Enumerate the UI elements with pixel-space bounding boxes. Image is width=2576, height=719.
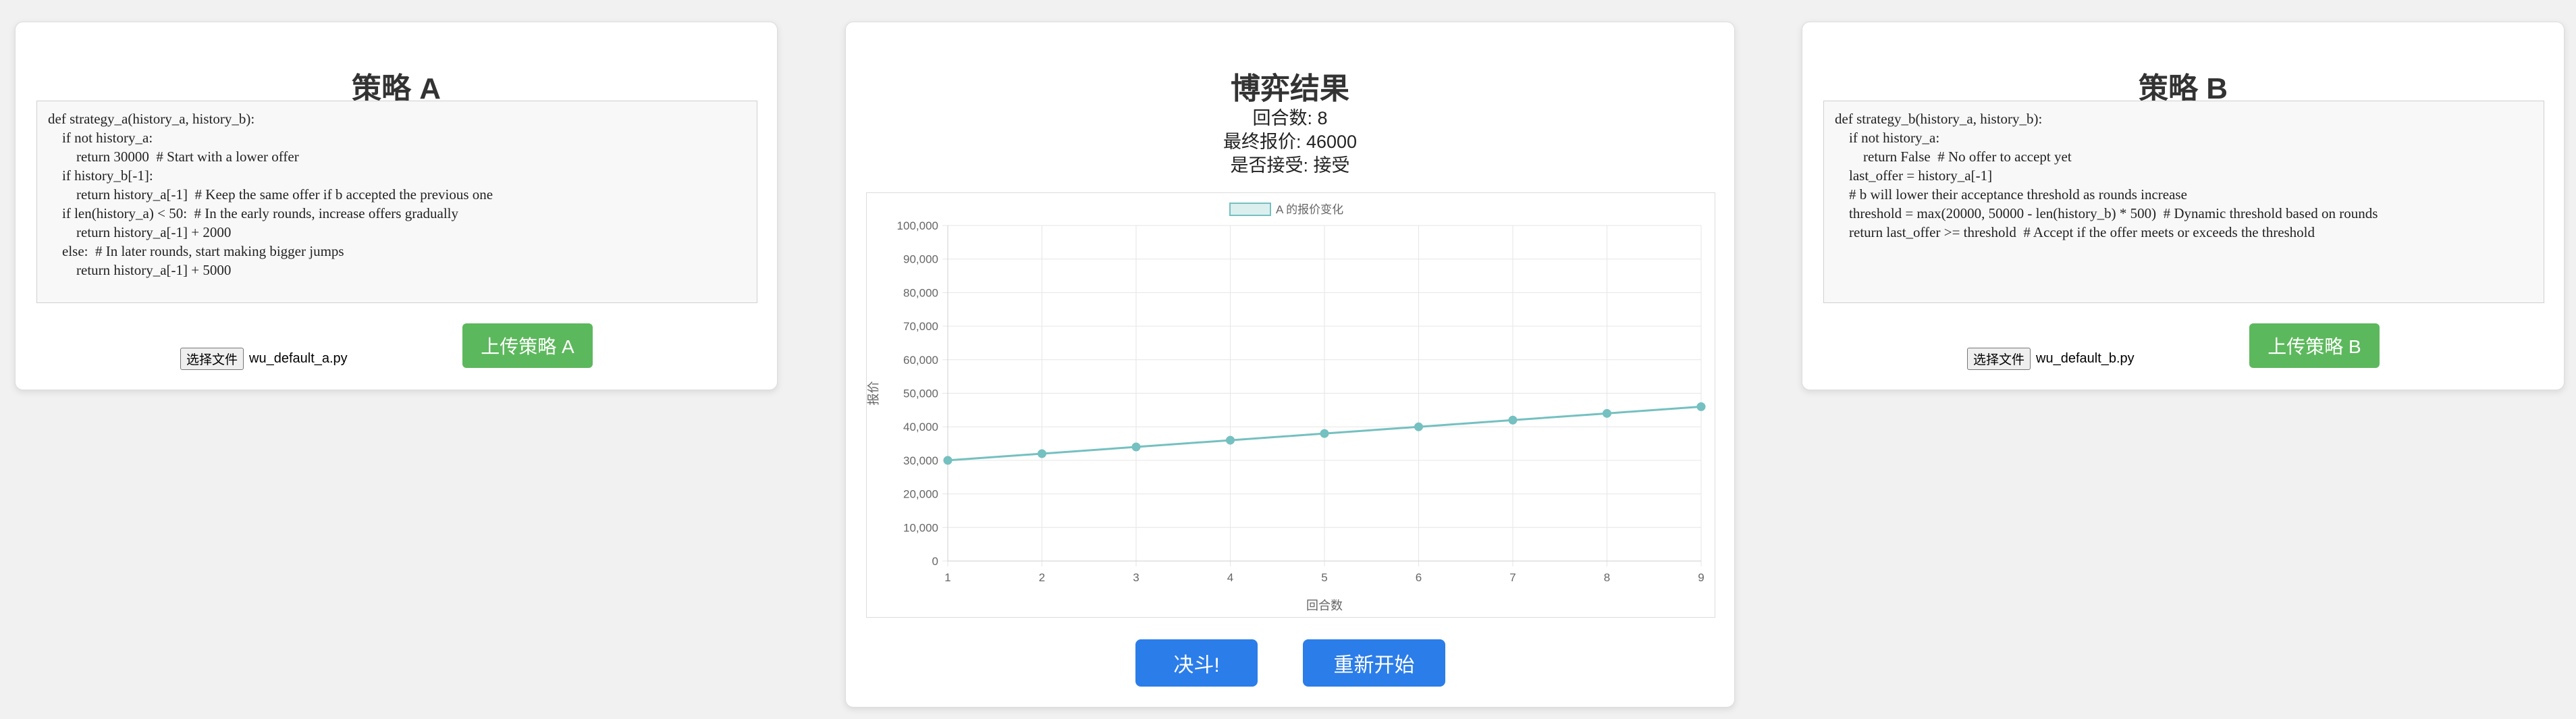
strategy-b-card: 策略 B def strategy_b(history_a, history_b… — [1802, 22, 2565, 390]
data-point[interactable] — [1414, 422, 1423, 431]
x-axis-title: 回合数 — [1306, 599, 1343, 612]
x-tick-label: 4 — [1227, 571, 1233, 584]
x-tick-label: 3 — [1133, 571, 1139, 584]
y-tick-label: 40,000 — [903, 421, 938, 433]
final-offer-text: 最终报价: 46000 — [1223, 132, 1358, 152]
x-tick-label: 6 — [1416, 571, 1422, 584]
strategy-b-code[interactable]: def strategy_b(history_a, history_b): if… — [1823, 101, 2544, 303]
offer-chart: 0 10,000 20,000 30,000 40,000 50,000 60,000 70,… — [866, 192, 1715, 618]
data-point[interactable] — [1038, 449, 1046, 458]
x-tick-label: 8 — [1604, 571, 1610, 584]
y-tick-label: 0 — [932, 555, 938, 568]
y-tick-label: 50,000 — [903, 388, 938, 400]
choose-file-a-button[interactable]: 选择文件 — [180, 348, 244, 370]
x-tick-label: 7 — [1509, 571, 1515, 584]
fight-button[interactable]: 决斗! — [1135, 639, 1258, 687]
y-tick-label: 100,000 — [897, 219, 938, 232]
x-tick-label: 5 — [1321, 571, 1327, 584]
data-point[interactable] — [1696, 402, 1706, 411]
strategy-b-file-input[interactable]: 选择文件 wu_default_b.py — [1967, 348, 2135, 370]
strategy-a-code[interactable]: def strategy_a(history_a, history_b): if… — [36, 101, 757, 303]
choose-file-b-button[interactable]: 选择文件 — [1967, 348, 2031, 370]
file-name-a: wu_default_a.py — [249, 351, 348, 366]
file-name-b: wu_default_b.py — [2036, 351, 2135, 366]
y-tick-label: 10,000 — [903, 521, 938, 534]
restart-button[interactable]: 重新开始 — [1303, 639, 1445, 687]
upload-strategy-a-button[interactable]: 上传策略 A — [462, 323, 593, 368]
upload-strategy-b-button[interactable]: 上传策略 B — [2249, 323, 2380, 368]
data-point[interactable] — [943, 456, 952, 465]
y-tick-label: 60,000 — [903, 354, 938, 367]
x-tick-label: 1 — [944, 571, 950, 584]
y-tick-label: 70,000 — [903, 320, 938, 333]
data-point[interactable] — [1603, 408, 1611, 418]
data-point[interactable] — [1131, 442, 1141, 452]
strategy-a-file-input[interactable]: 选择文件 wu_default_a.py — [180, 348, 348, 370]
x-tick-label: 2 — [1039, 571, 1045, 584]
accepted-text: 是否接受: 接受 — [1230, 155, 1350, 176]
y-tick-label: 20,000 — [903, 488, 938, 501]
x-tick-label: 9 — [1698, 571, 1704, 584]
data-point[interactable] — [1320, 429, 1329, 438]
offer-chart-svg: 0 10,000 20,000 30,000 40,000 50,000 60,000 70,… — [867, 203, 1706, 612]
strategy-a-card: 策略 A def strategy_a(history_a, history_b… — [15, 22, 778, 390]
legend-swatch[interactable] — [1229, 203, 1271, 216]
result-title: 博弈结果 — [1231, 72, 1349, 105]
y-axis-title: 报价 — [867, 381, 880, 406]
data-point[interactable] — [1226, 435, 1235, 445]
y-tick-label: 30,000 — [903, 454, 938, 467]
rounds-text: 回合数: 8 — [1252, 108, 1328, 128]
result-card: 博弈结果 回合数: 8 最终报价: 46000 是否接受: 接受 0 10,000… — [845, 22, 1735, 708]
legend-label[interactable]: A 的报价变化 — [1276, 203, 1343, 216]
data-point[interactable] — [1508, 415, 1518, 425]
y-tick-label: 90,000 — [903, 253, 938, 266]
y-tick-label: 80,000 — [903, 286, 938, 299]
